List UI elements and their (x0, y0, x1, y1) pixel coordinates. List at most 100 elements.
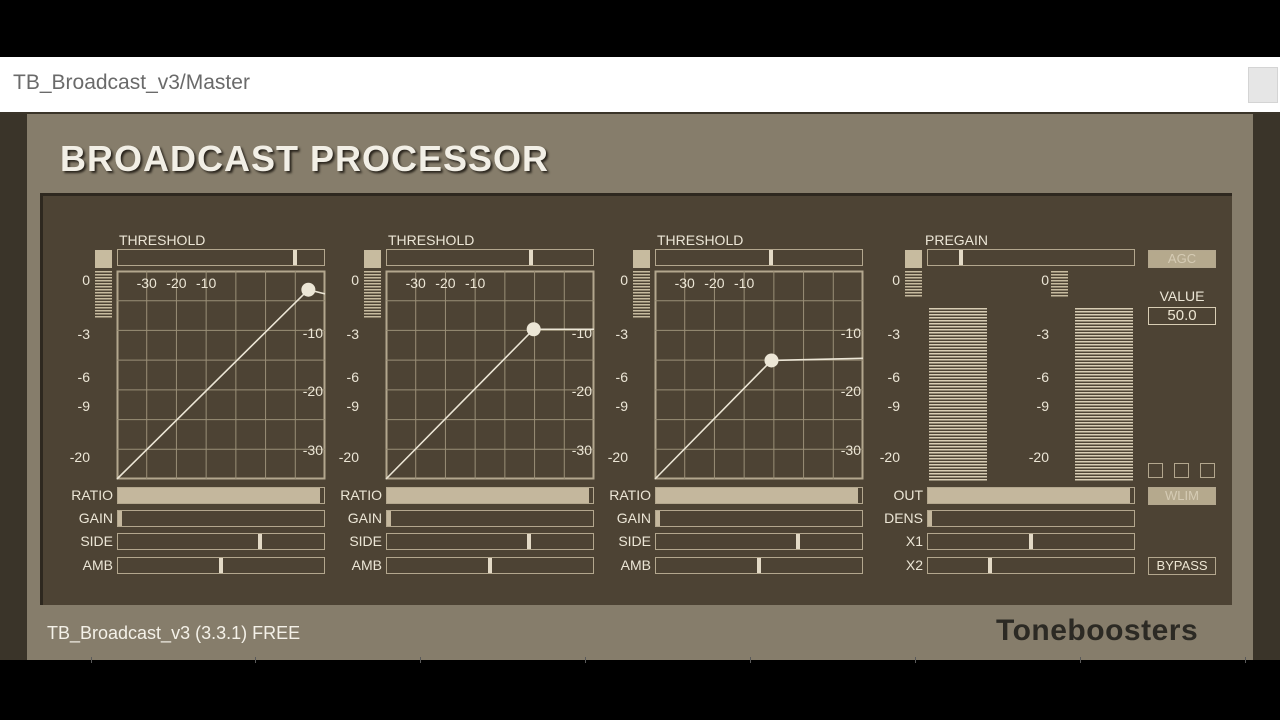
slider-thumb[interactable] (987, 558, 992, 573)
output-level-meter-right (1051, 271, 1068, 298)
graph-right-scale-label: -20 (840, 383, 861, 399)
x2-slider[interactable] (927, 557, 1135, 574)
slider-fill[interactable] (118, 511, 122, 526)
graph-top-scale-label: -20 (166, 275, 187, 291)
slider-thumb[interactable] (529, 250, 534, 265)
gain-label: GAIN (347, 510, 382, 526)
threshold-handle[interactable] (301, 282, 316, 297)
side-slider[interactable] (117, 533, 325, 550)
window-control-button[interactable] (1248, 67, 1278, 103)
output-left-scale-label: 0 (892, 272, 900, 288)
threshold-label: THRESHOLD (119, 232, 206, 248)
amb-label: AMB (351, 557, 382, 573)
graph-top-scale-label: -30 (136, 275, 157, 291)
ratio-slider[interactable] (655, 487, 863, 504)
amb-slider[interactable] (117, 557, 325, 574)
slider-fill[interactable] (928, 511, 932, 526)
ratio-slider[interactable] (386, 487, 594, 504)
slider-fill[interactable] (118, 488, 320, 503)
slider-fill[interactable] (387, 511, 391, 526)
brand-logo: Toneboosters (996, 614, 1199, 647)
pregain-slider[interactable] (927, 249, 1135, 266)
slider-thumb[interactable] (958, 250, 963, 265)
bypass-button[interactable]: BYPASS (1148, 557, 1216, 575)
amb-slider[interactable] (386, 557, 594, 574)
threshold-slider[interactable] (655, 249, 863, 266)
graph-right-scale-label: -30 (302, 442, 323, 458)
slider-fill[interactable] (387, 488, 589, 503)
slider-thumb[interactable] (488, 558, 492, 573)
compression-curve-graph[interactable] (654, 270, 864, 480)
edge-mark (255, 657, 256, 663)
output-left-scale-label: -9 (887, 398, 900, 414)
compression-curve-graph[interactable] (385, 270, 595, 480)
value-label: VALUE (1159, 288, 1205, 304)
slider-thumb[interactable] (1029, 534, 1033, 549)
agc-button[interactable]: AGC (1148, 250, 1216, 268)
x1-slider[interactable] (927, 533, 1135, 550)
compression-curve-graph[interactable] (116, 270, 326, 480)
input-level-meter (364, 271, 381, 319)
slider-thumb[interactable] (258, 534, 263, 549)
input-scale-label: -20 (69, 449, 90, 465)
graph-right-scale-label: -20 (302, 383, 323, 399)
input-level-meter (95, 271, 112, 319)
plugin-title: BROADCAST PROCESSOR (60, 138, 550, 179)
graph-top-scale-label: -30 (405, 275, 426, 291)
status-indicator (1148, 463, 1163, 478)
value-display[interactable]: 50.0 (1148, 307, 1216, 325)
slider-fill[interactable] (928, 488, 1130, 503)
threshold-handle[interactable] (764, 353, 779, 368)
threshold-indicator (633, 250, 650, 268)
input-scale-label: 0 (620, 272, 628, 288)
slider-thumb[interactable] (527, 534, 532, 549)
slider-thumb[interactable] (219, 558, 223, 573)
x2-label: X2 (905, 557, 923, 573)
graph-right-scale-label: -30 (571, 442, 592, 458)
side-slider[interactable] (386, 533, 594, 550)
gain-slider[interactable] (386, 510, 594, 527)
ratio-label: RATIO (609, 487, 651, 503)
gain-slider[interactable] (117, 510, 325, 527)
status-indicator (1200, 463, 1215, 478)
input-scale-label: -9 (77, 398, 90, 414)
graph-right-scale-label: -10 (571, 325, 592, 341)
input-scale-label: -3 (77, 326, 90, 342)
x1-label: X1 (905, 533, 923, 549)
amb-label: AMB (82, 557, 113, 573)
graph-top-scale-label: -20 (435, 275, 456, 291)
side-slider[interactable] (655, 533, 863, 550)
slider-thumb[interactable] (769, 250, 774, 265)
gain-slider[interactable] (655, 510, 863, 527)
input-scale-label: 0 (82, 272, 90, 288)
threshold-slider[interactable] (117, 249, 325, 266)
slider-fill[interactable] (656, 511, 660, 526)
edge-mark (585, 657, 586, 663)
output-right-scale-label: -9 (1036, 398, 1049, 414)
slider-thumb[interactable] (293, 250, 298, 265)
slider-thumb[interactable] (757, 558, 761, 573)
input-scale-label: -9 (346, 398, 359, 414)
out-slider[interactable] (927, 487, 1135, 504)
threshold-label: THRESHOLD (388, 232, 475, 248)
output-level-meter-left (905, 271, 922, 298)
slider-fill[interactable] (656, 488, 858, 503)
transfer-curve (385, 328, 594, 480)
ratio-slider[interactable] (117, 487, 325, 504)
graph-top-scale-label: -10 (465, 275, 486, 291)
output-level-bar (929, 308, 987, 482)
graph-top-scale-label: -20 (704, 275, 725, 291)
output-right-scale-label: -6 (1036, 369, 1049, 385)
dens-slider[interactable] (927, 510, 1135, 527)
plugin-version: TB_Broadcast_v3 (3.3.1) FREE (47, 623, 301, 643)
wlim-button[interactable]: WLIM (1148, 487, 1216, 505)
input-scale-label: -6 (346, 369, 359, 385)
amb-slider[interactable] (655, 557, 863, 574)
graph-right-scale-label: -30 (840, 442, 861, 458)
edge-mark (750, 657, 751, 663)
slider-thumb[interactable] (796, 534, 801, 549)
edge-mark (1245, 657, 1246, 663)
amb-label: AMB (620, 557, 651, 573)
threshold-handle[interactable] (526, 322, 541, 337)
threshold-slider[interactable] (386, 249, 594, 266)
